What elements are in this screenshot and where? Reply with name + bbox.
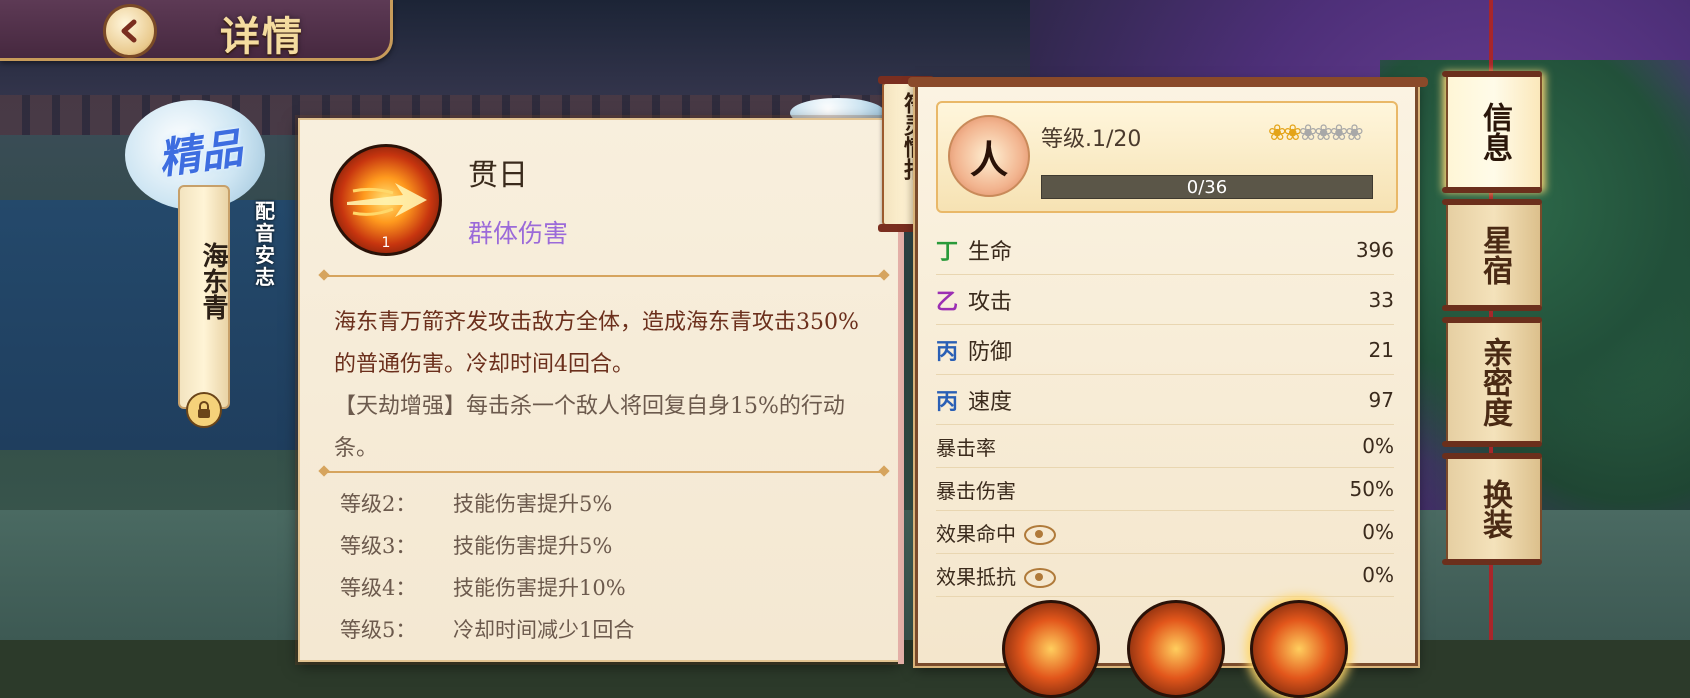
tab-outfit[interactable]: 换装 bbox=[1442, 453, 1542, 565]
star-empty-icon: ❀ bbox=[1329, 121, 1349, 146]
rank-icon: 人 bbox=[948, 115, 1030, 197]
xp-text: 0/36 bbox=[1186, 177, 1228, 198]
divider-mid bbox=[324, 471, 884, 473]
skill-slot-icon-1[interactable] bbox=[1002, 600, 1100, 698]
skill-level-row: 等级4： 技能伤害提升10% bbox=[340, 572, 880, 614]
stat-value: 0% bbox=[1362, 434, 1394, 458]
stat-value: 33 bbox=[1368, 287, 1394, 312]
level-label: 等级.1/20 bbox=[1041, 127, 1142, 152]
character-nameplate: 海东青 bbox=[178, 185, 230, 409]
stat-value: 0% bbox=[1362, 520, 1394, 544]
side-tabs: 信息 星宿 亲密度 换装 bbox=[1442, 71, 1542, 571]
stat-row-defense: 丙 防御 21 bbox=[936, 325, 1394, 375]
stat-label: 暴击率 bbox=[936, 435, 996, 460]
voice-actor-info: 配音 安志 bbox=[250, 200, 280, 288]
stat-label: 速度 bbox=[968, 389, 1013, 415]
level-label: 等级3： bbox=[340, 534, 417, 558]
stat-row-effect-hit: 效果命中 0% bbox=[936, 511, 1394, 554]
stat-grade-icon: 丙 bbox=[936, 338, 959, 365]
level-label: 等级4： bbox=[340, 576, 417, 600]
skill-description: 海东青万箭齐发攻击敌方全体，造成海东青攻击350%的普通伤害。冷却时间4回合。 bbox=[334, 310, 859, 377]
stat-row-hp: 丁 生命 396 bbox=[936, 225, 1394, 275]
tab-label: 换装 bbox=[1477, 479, 1512, 539]
tab-label: 信息 bbox=[1477, 102, 1512, 162]
level-box: 人 等级.1/20 ❀❀❀❀❀❀ 0/36 bbox=[936, 101, 1398, 213]
skill-level-list: 等级2： 技能伤害提升5% 等级3： 技能伤害提升5% 等级4： 技能伤害提升1… bbox=[340, 488, 880, 656]
stat-value: 50% bbox=[1349, 477, 1394, 501]
stat-label-wrap: 效果抵抗 bbox=[936, 561, 1314, 590]
tab-label: 星宿 bbox=[1477, 225, 1512, 285]
skill-icon-level: 1 bbox=[381, 235, 391, 251]
stats-list: 丁 生命 396 乙 攻击 33 丙 防御 21 丙 速度 97 暴击率 0% … bbox=[936, 225, 1394, 597]
page-title: 详情 bbox=[220, 13, 304, 60]
rarity-text: 精品 bbox=[155, 123, 246, 184]
stat-grade-icon: 丙 bbox=[936, 388, 959, 415]
level-label: 等级5： bbox=[340, 618, 417, 642]
voice-label: 配音 bbox=[255, 199, 275, 245]
tab-constellation[interactable]: 星宿 bbox=[1442, 199, 1542, 311]
stat-row-crit-rate: 暴击率 0% bbox=[936, 425, 1394, 468]
skill-type: 群体伤害 bbox=[468, 219, 569, 248]
stat-grade-icon: 丁 bbox=[936, 238, 959, 265]
lock-button[interactable] bbox=[186, 392, 222, 428]
stat-label: 效果抵抗 bbox=[936, 564, 1016, 589]
tab-intimacy[interactable]: 亲密度 bbox=[1442, 317, 1542, 447]
star-rating: ❀❀❀❀❀❀ bbox=[1268, 121, 1364, 146]
star-filled-icon: ❀ bbox=[1283, 121, 1302, 146]
skill-slot-icon-3[interactable] bbox=[1250, 600, 1348, 698]
divider-top bbox=[324, 275, 884, 277]
tab-label: 亲密度 bbox=[1477, 337, 1512, 427]
lock-icon bbox=[198, 401, 210, 418]
stat-label: 攻击 bbox=[968, 289, 1013, 315]
tab-info[interactable]: 信息 bbox=[1442, 71, 1542, 193]
stat-value: 0% bbox=[1362, 563, 1394, 587]
stat-value: 396 bbox=[1355, 237, 1394, 262]
panel-top-bar bbox=[908, 77, 1428, 87]
level-effect: 技能伤害提升5% bbox=[453, 534, 613, 558]
stat-label: 暴击伤害 bbox=[936, 478, 1016, 503]
skill-detail-card: 1 贯日 群体伤害 海东青万箭齐发攻击敌方全体，造成海东青攻击350%的普通伤害… bbox=[298, 116, 904, 664]
stat-row-crit-damage: 暴击伤害 50% bbox=[936, 468, 1394, 511]
stats-panel: 人 等级.1/20 ❀❀❀❀❀❀ 0/36 丁 生命 396 乙 攻击 33 丙… bbox=[908, 77, 1428, 666]
star-filled-icon: ❀ bbox=[1268, 121, 1287, 146]
stat-row-attack: 乙 攻击 33 bbox=[936, 275, 1394, 325]
stat-label-wrap: 效果命中 bbox=[936, 518, 1314, 547]
star-empty-icon: ❀ bbox=[1298, 121, 1318, 146]
star-empty-icon: ❀ bbox=[1314, 121, 1333, 146]
rarity-badge: 精品 bbox=[130, 112, 260, 192]
stat-label: 生命 bbox=[968, 239, 1013, 265]
skill-enhance: 【天劫增强】每击杀一个敌人将回复自身15%的行动条。 bbox=[334, 394, 845, 461]
stat-row-speed: 丙 速度 97 bbox=[936, 375, 1394, 425]
eye-icon[interactable] bbox=[1024, 568, 1056, 588]
xp-bar: 0/36 bbox=[1041, 175, 1373, 199]
back-button[interactable] bbox=[103, 4, 157, 58]
star-empty-icon: ❀ bbox=[1345, 121, 1364, 146]
skill-icon[interactable]: 1 bbox=[330, 144, 442, 256]
back-arrow-icon bbox=[121, 19, 137, 43]
level-effect: 技能伤害提升10% bbox=[453, 576, 626, 600]
eye-icon[interactable] bbox=[1024, 525, 1056, 545]
stat-label: 防御 bbox=[968, 339, 1013, 365]
skill-level-row: 等级3： 技能伤害提升5% bbox=[340, 530, 880, 572]
level-effect: 技能伤害提升5% bbox=[453, 492, 613, 516]
skill-level-row: 等级5： 冷却时间减少1回合 bbox=[340, 614, 880, 656]
stat-value: 97 bbox=[1368, 387, 1394, 412]
voice-actor-name: 安志 bbox=[255, 243, 275, 289]
stat-label: 效果命中 bbox=[936, 521, 1016, 546]
level-effect: 冷却时间减少1回合 bbox=[453, 618, 635, 642]
stat-row-effect-resist: 效果抵抗 0% bbox=[936, 554, 1394, 597]
character-name: 海东青 bbox=[198, 242, 228, 320]
stat-grade-icon: 乙 bbox=[936, 288, 959, 315]
level-label: 等级2： bbox=[340, 492, 417, 516]
skill-name: 贯日 bbox=[468, 158, 528, 193]
header-bar: 详情 bbox=[0, 0, 393, 61]
skill-slot-icon-2[interactable] bbox=[1127, 600, 1225, 698]
stat-value: 21 bbox=[1368, 337, 1394, 362]
skill-level-row: 等级2： 技能伤害提升5% bbox=[340, 488, 880, 530]
